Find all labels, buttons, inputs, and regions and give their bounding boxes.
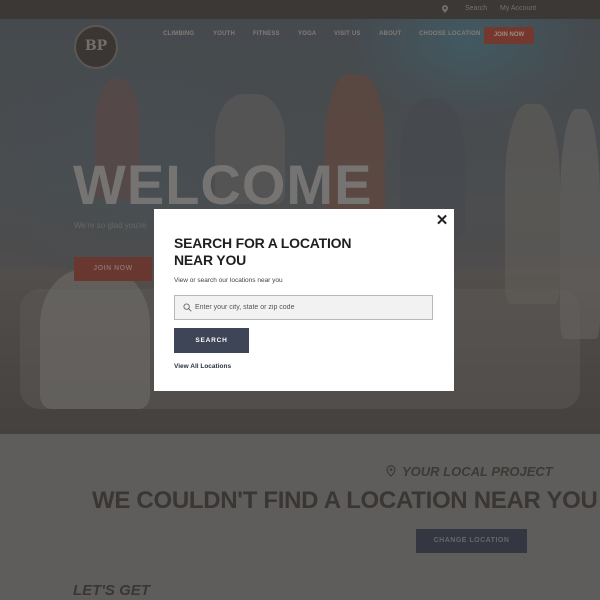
search-button[interactable]: SEARCH (174, 328, 249, 353)
modal-title: SEARCH FOR A LOCATION NEAR YOU (174, 235, 352, 268)
view-all-locations-link[interactable]: View All Locations (174, 363, 231, 370)
modal-subtitle: View or search our locations near you (174, 277, 283, 284)
search-icon (183, 303, 192, 312)
search-field-wrapper (174, 295, 433, 320)
location-search-modal: ✕ SEARCH FOR A LOCATION NEAR YOU View or… (154, 209, 454, 391)
location-search-input[interactable] (195, 296, 425, 319)
close-icon[interactable]: ✕ (435, 213, 449, 228)
